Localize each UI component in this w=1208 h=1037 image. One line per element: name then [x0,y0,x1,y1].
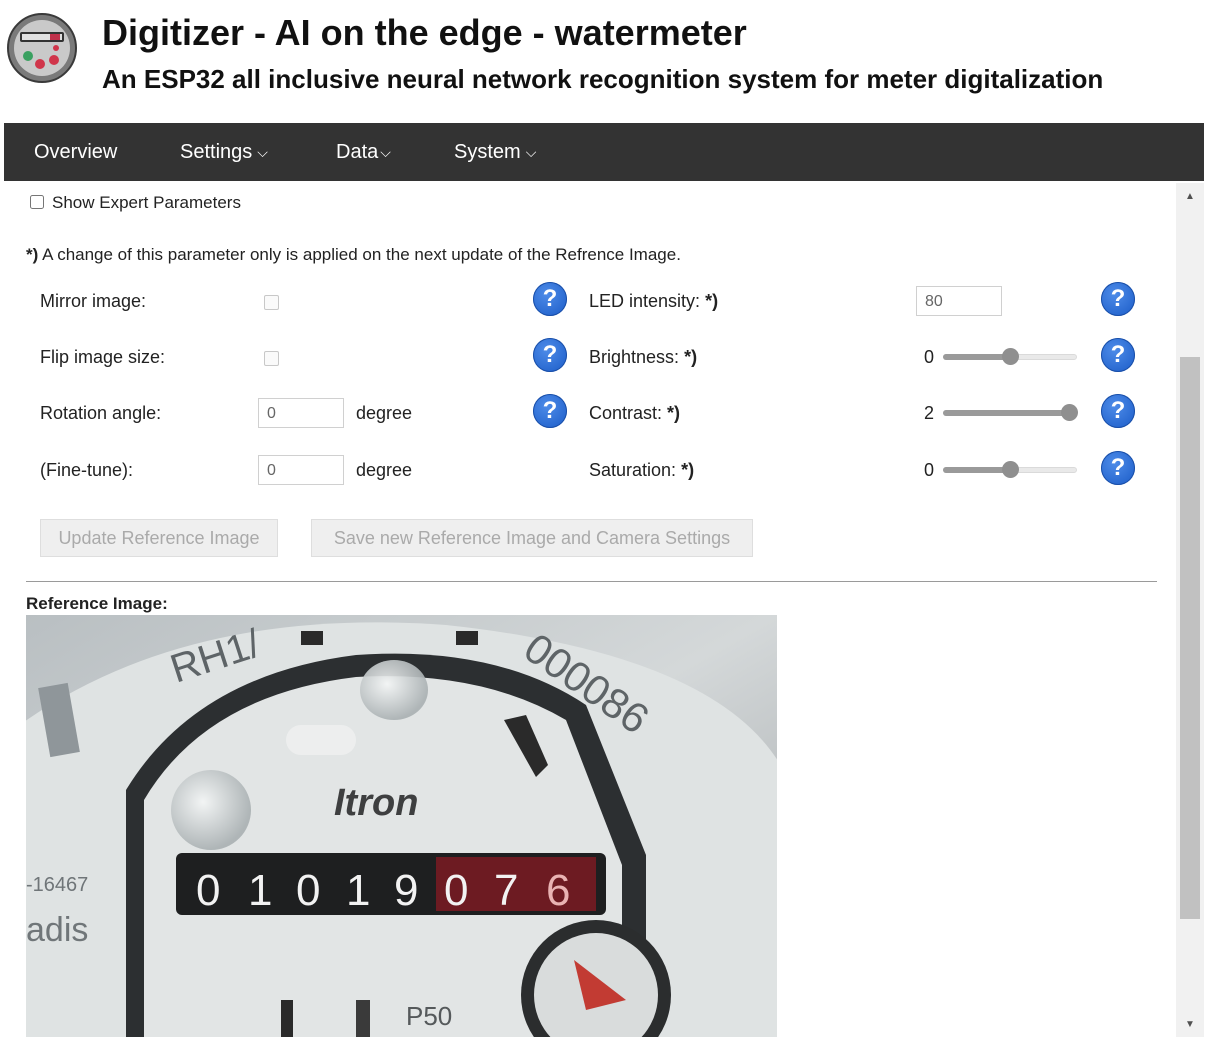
chevron-down-icon: ⌵ [380,144,391,160]
saturation-value: 0 [924,460,935,480]
finetune-label: (Fine-tune): [40,460,134,480]
saturation-mark: *) [681,460,695,480]
meter-digit: 0 [196,866,220,915]
brightness-label-text: Brightness: [589,347,680,367]
help-brightness-icon[interactable]: ? [1101,338,1135,372]
scroll-thumb[interactable] [1180,357,1200,919]
meter-digit: 1 [248,866,272,915]
settings-content: Show Expert Parameters *) A change of th… [0,183,1176,1037]
rotation-unit: degree [356,403,413,423]
led-mark: *) [705,291,719,311]
meter-logo-icon [7,13,77,83]
led-label: LED intensity: *) [589,291,718,312]
meter-side-number: -16467 [26,874,88,896]
slider-thumb[interactable] [1002,348,1019,365]
help-flip-icon[interactable]: ? [533,338,567,372]
meter-bottom-label: P50 [406,1001,452,1031]
saturation-slider[interactable] [943,459,1077,481]
divider [26,581,1157,582]
meter-digit: 9 [394,866,418,915]
nav-system[interactable]: System ⌵ [454,123,536,181]
rotation-label: Rotation angle: [40,403,162,423]
expert-label: Show Expert Parameters [52,193,241,212]
help-rotation-icon[interactable]: ? [533,394,567,428]
expert-toggle[interactable]: Show Expert Parameters [30,193,241,213]
reference-image-title: Reference Image: [26,594,168,613]
page-title: Digitizer - AI on the edge - watermeter [102,12,747,53]
contrast-label: Contrast: *) [589,403,680,424]
contrast-label-text: Contrast: [589,403,663,423]
chevron-down-icon: ⌵ [257,144,268,160]
rotation-input[interactable]: 0 [258,398,344,428]
meter-side-word: adis [26,911,88,949]
page-subtitle: An ESP32 all inclusive neural network re… [102,64,1104,94]
mirror-checkbox[interactable] [264,295,279,310]
meter-photo: RH1/ 000086 Itron 0 1 0 1 9 0 7 6 -16467… [26,615,777,1037]
content-scrollbar[interactable]: ▲ ▼ [1176,183,1204,1037]
meter-digit: 1 [346,866,370,915]
brightness-value: 0 [924,347,935,367]
reference-image: RH1/ 000086 Itron 0 1 0 1 9 0 7 6 -16467… [26,615,777,1037]
main-navbar: Overview Settings ⌵ Data ⌵ System ⌵ [4,123,1204,181]
page-header: Digitizer - AI on the edge - watermeter … [0,0,1208,120]
nav-data[interactable]: Data ⌵ [336,123,391,181]
help-mirror-icon[interactable]: ? [533,282,567,316]
help-led-icon[interactable]: ? [1101,282,1135,316]
saturation-label: Saturation: *) [589,460,694,481]
nav-system-label: System [454,141,521,163]
slider-fill [943,467,1010,473]
brightness-mark: *) [684,347,698,367]
mirror-label: Mirror image: [40,291,147,311]
flip-checkbox[interactable] [264,351,279,366]
nav-settings-label: Settings [180,141,253,163]
saturation-label-text: Saturation: [589,460,677,480]
brightness-label: Brightness: *) [589,347,697,368]
note-marker: *) [26,245,39,264]
contrast-mark: *) [667,403,681,423]
led-label-text: LED intensity: [589,291,701,311]
nav-overview-label: Overview [34,141,118,163]
nav-settings[interactable]: Settings ⌵ [180,123,268,181]
chevron-down-icon: ⌵ [525,144,537,160]
meter-digit: 0 [444,866,468,915]
expert-checkbox[interactable] [30,195,44,209]
update-reference-button[interactable]: Update Reference Image [40,519,278,557]
finetune-unit: degree [356,460,413,480]
led-input[interactable]: 80 [916,286,1002,316]
nav-overview[interactable]: Overview [34,123,117,181]
slider-fill [943,410,1069,416]
slider-fill [943,354,1010,360]
meter-digit: 0 [296,866,320,915]
contrast-slider[interactable] [943,402,1078,424]
note-body: A change of this parameter only is appli… [38,245,681,264]
contrast-value: 2 [924,403,935,423]
help-contrast-icon[interactable]: ? [1101,394,1135,428]
meter-brand-text: Itron [334,782,418,824]
finetune-input[interactable]: 0 [258,455,344,485]
scroll-up-arrow-icon[interactable]: ▲ [1176,185,1204,209]
help-saturation-icon[interactable]: ? [1101,451,1135,485]
slider-thumb[interactable] [1002,461,1019,478]
slider-thumb[interactable] [1061,404,1078,421]
meter-digit: 6 [546,866,570,915]
nav-data-label: Data [336,141,379,163]
note-text: *) A change of this parameter only is ap… [26,245,681,265]
scroll-down-arrow-icon[interactable]: ▼ [1176,1013,1204,1037]
save-reference-button[interactable]: Save new Reference Image and Camera Sett… [311,519,753,557]
brightness-slider[interactable] [943,346,1077,368]
flip-label: Flip image size: [40,347,166,367]
meter-digit: 7 [494,866,518,915]
